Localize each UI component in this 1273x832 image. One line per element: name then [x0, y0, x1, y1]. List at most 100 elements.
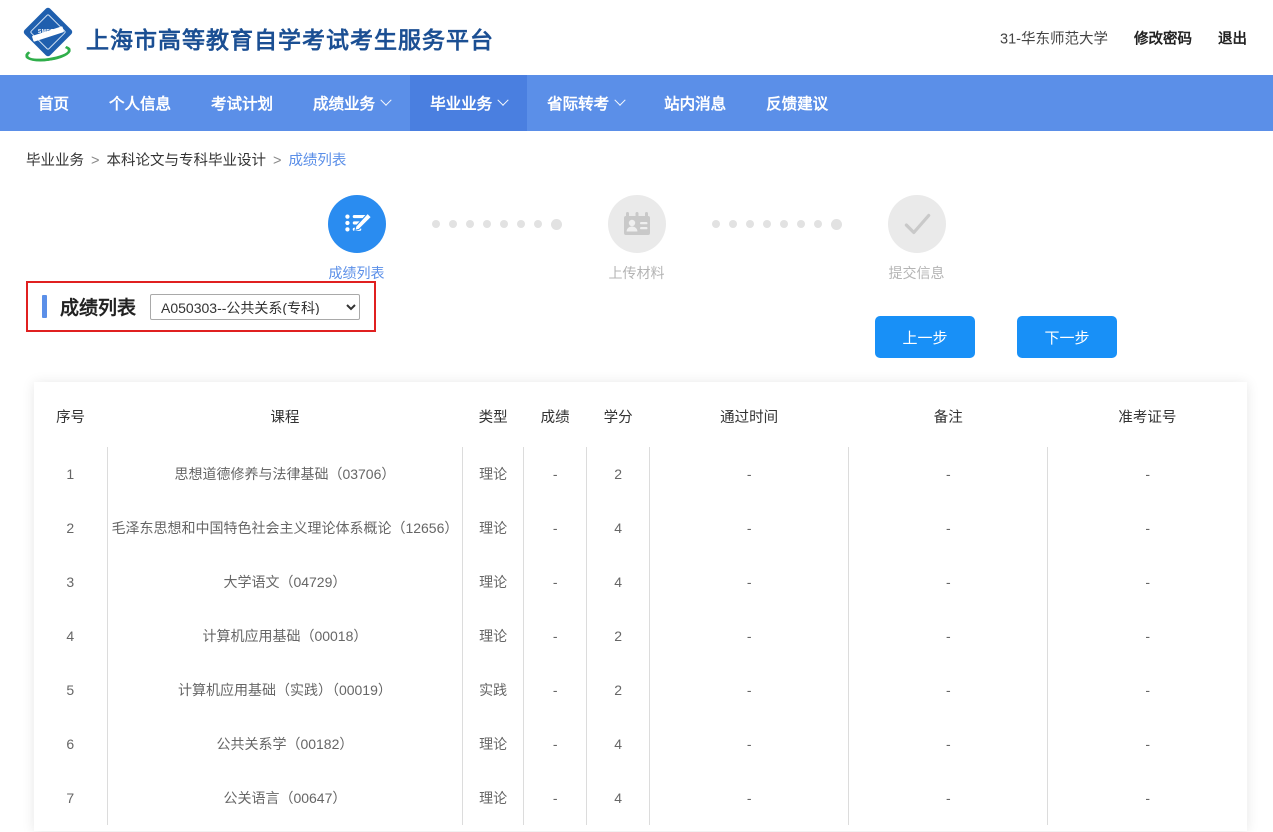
check-mark-icon: [888, 195, 946, 253]
step-1[interactable]: 成绩列表: [292, 195, 422, 283]
nav-item-4[interactable]: 毕业业务: [410, 75, 527, 131]
current-user-label: 31-华东师范大学: [1000, 27, 1108, 48]
breadcrumb-separator: >: [273, 153, 281, 169]
chevron-down-icon: [614, 95, 625, 106]
column-header-idx: 序号: [34, 382, 107, 447]
nav-item-label: 个人信息: [109, 92, 171, 114]
cell-type: 实践: [463, 663, 524, 717]
cell-idx: 4: [34, 609, 107, 663]
cell-type: 理论: [463, 447, 524, 501]
table-row: 3大学语文（04729）理论-4---: [34, 555, 1247, 609]
nav-item-label: 站内消息: [664, 92, 726, 114]
nav-item-2[interactable]: 考试计划: [191, 75, 293, 131]
cell-credit: 4: [587, 555, 650, 609]
nav-item-3[interactable]: 成绩业务: [293, 75, 410, 131]
cell-name: 毛泽东思想和中国特色社会主义理论体系概论（12656）: [107, 501, 463, 555]
nav-item-0[interactable]: 首页: [18, 75, 89, 131]
cell-card: -: [1048, 447, 1247, 501]
logout-link[interactable]: 退出: [1218, 27, 1247, 48]
cell-card: -: [1048, 609, 1247, 663]
cell-score: -: [524, 771, 587, 825]
cell-type: 理论: [463, 609, 524, 663]
cell-type: 理论: [463, 501, 524, 555]
main-navigation: 首页 个人信息 考试计划 成绩业务 毕业业务 省际转考站内消息 反馈建议: [0, 75, 1273, 131]
section-title: 成绩列表: [28, 293, 136, 320]
cell-name: 计算机应用基础（实践）（00019）: [107, 663, 463, 717]
section-title-label: 成绩列表: [60, 293, 136, 320]
cell-idx: 5: [34, 663, 107, 717]
column-header-type: 类型: [463, 382, 524, 447]
breadcrumb: 毕业业务 > 本科论文与专科毕业设计 > 成绩列表: [0, 131, 1273, 167]
cell-credit: 4: [587, 771, 650, 825]
cell-credit: 4: [587, 717, 650, 771]
nav-item-6[interactable]: 站内消息: [644, 75, 746, 131]
cell-card: -: [1048, 717, 1247, 771]
nav-item-7[interactable]: 反馈建议: [746, 75, 848, 131]
table-header-row: 序号课程类型成绩学分通过时间备注准考证号: [34, 382, 1247, 447]
breadcrumb-item-1[interactable]: 本科论文与专科毕业设计: [106, 153, 266, 169]
cell-type: 理论: [463, 717, 524, 771]
prev-step-button[interactable]: 上一步: [875, 316, 975, 358]
cell-note: -: [849, 771, 1048, 825]
nav-item-1[interactable]: 个人信息: [89, 75, 191, 131]
step-label: 上传材料: [572, 263, 702, 283]
next-step-button[interactable]: 下一步: [1017, 316, 1117, 358]
breadcrumb-item-2: 成绩列表: [288, 153, 346, 169]
cell-score: -: [524, 501, 587, 555]
nav-item-label: 成绩业务: [313, 92, 375, 114]
site-header: SMEEA 上海市高等教育自学考试考生服务平台 31-华东师范大学 修改密码 退…: [0, 0, 1273, 75]
step-3[interactable]: 提交信息: [852, 195, 982, 283]
section-header-highlighted: 成绩列表 A050303--公共关系(专科): [26, 281, 376, 332]
cell-name: 公共关系学（00182）: [107, 717, 463, 771]
cell-note: -: [849, 555, 1048, 609]
nav-item-label: 首页: [38, 92, 69, 114]
cell-note: -: [849, 501, 1048, 555]
column-header-name: 课程: [107, 382, 463, 447]
cell-score: -: [524, 447, 587, 501]
cell-name: 计算机应用基础（00018）: [107, 609, 463, 663]
nav-item-label: 反馈建议: [766, 92, 828, 114]
table-row: 7公关语言（00647）理论-4---: [34, 771, 1247, 825]
cell-time: -: [650, 447, 849, 501]
site-title: 上海市高等教育自学考试考生服务平台: [86, 21, 494, 55]
column-header-note: 备注: [849, 382, 1048, 447]
table-row: 5计算机应用基础（实践）（00019）实践-2---: [34, 663, 1247, 717]
cell-card: -: [1048, 555, 1247, 609]
brand: SMEEA 上海市高等教育自学考试考生服务平台: [24, 12, 494, 64]
grades-table-card: 序号课程类型成绩学分通过时间备注准考证号 1思想道德修养与法律基础（03706）…: [34, 382, 1247, 831]
cell-credit: 4: [587, 501, 650, 555]
cell-time: -: [650, 717, 849, 771]
cell-card: -: [1048, 771, 1247, 825]
cell-time: -: [650, 501, 849, 555]
column-header-score: 成绩: [524, 382, 587, 447]
cell-idx: 1: [34, 447, 107, 501]
step-connector: [422, 195, 572, 253]
grades-table: 序号课程类型成绩学分通过时间备注准考证号 1思想道德修养与法律基础（03706）…: [34, 382, 1247, 825]
cell-name: 大学语文（04729）: [107, 555, 463, 609]
nav-item-label: 毕业业务: [430, 92, 492, 114]
step-label: 成绩列表: [292, 263, 422, 283]
checklist-pencil-icon: [328, 195, 386, 253]
step-2[interactable]: 上传材料: [572, 195, 702, 283]
major-select[interactable]: A050303--公共关系(专科): [150, 294, 360, 320]
nav-item-label: 考试计划: [211, 92, 273, 114]
cell-note: -: [849, 663, 1048, 717]
column-header-card: 准考证号: [1048, 382, 1247, 447]
cell-score: -: [524, 609, 587, 663]
step-label: 提交信息: [852, 263, 982, 283]
cell-time: -: [650, 609, 849, 663]
cell-name: 思想道德修养与法律基础（03706）: [107, 447, 463, 501]
column-header-time: 通过时间: [650, 382, 849, 447]
nav-item-5[interactable]: 省际转考: [527, 75, 644, 131]
cell-note: -: [849, 609, 1048, 663]
table-row: 1思想道德修养与法律基础（03706）理论-2---: [34, 447, 1247, 501]
cell-type: 理论: [463, 555, 524, 609]
change-password-link[interactable]: 修改密码: [1134, 27, 1192, 48]
cell-idx: 2: [34, 501, 107, 555]
cell-time: -: [650, 555, 849, 609]
breadcrumb-item-0[interactable]: 毕业业务: [26, 153, 84, 169]
cell-credit: 2: [587, 609, 650, 663]
breadcrumb-separator: >: [91, 153, 99, 169]
id-card-icon: [608, 195, 666, 253]
grades-table-body: 1思想道德修养与法律基础（03706）理论-2---2毛泽东思想和中国特色社会主…: [34, 447, 1247, 825]
